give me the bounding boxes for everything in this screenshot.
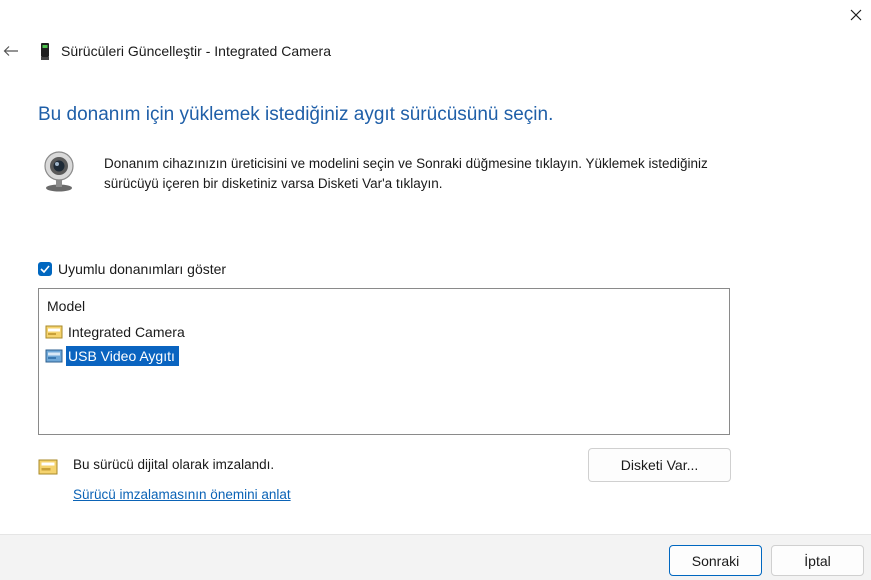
next-button[interactable]: Sonraki bbox=[669, 545, 762, 576]
show-compatible-label[interactable]: Uyumlu donanımları göster bbox=[58, 261, 226, 277]
close-button[interactable] bbox=[842, 2, 870, 28]
signature-info-link[interactable]: Sürücü imzalamasının önemini anlat bbox=[73, 487, 291, 502]
signature-status-text: Bu sürücü dijital olarak imzalandı. bbox=[73, 457, 275, 472]
have-disk-button[interactable]: Disketi Var... bbox=[588, 448, 731, 482]
list-header-model: Model bbox=[47, 298, 86, 314]
back-arrow-icon bbox=[3, 46, 18, 56]
window-title: Sürücüleri Güncelleştir - Integrated Cam… bbox=[61, 43, 332, 59]
device-icon bbox=[41, 43, 49, 60]
model-listbox[interactable]: Model Integrated Camera USB Video Aygıtı bbox=[38, 288, 730, 435]
list-item-integrated-camera[interactable]: Integrated Camera bbox=[45, 322, 187, 342]
page-heading: Bu donanım için yüklemek istediğiniz ayg… bbox=[38, 104, 554, 125]
webcam-icon bbox=[44, 151, 74, 192]
driver-icon bbox=[45, 349, 63, 363]
driver-icon bbox=[45, 325, 63, 339]
show-compatible-checkbox[interactable] bbox=[38, 262, 52, 276]
cancel-button[interactable]: İptal bbox=[771, 545, 864, 576]
list-item-usb-video[interactable]: USB Video Aygıtı bbox=[45, 346, 179, 366]
instruction-text: Donanım cihazınızın üreticisini ve model… bbox=[104, 156, 708, 191]
list-item-label: USB Video Aygıtı bbox=[66, 346, 179, 366]
close-icon bbox=[850, 9, 862, 21]
back-button[interactable] bbox=[0, 38, 22, 64]
checkmark-icon bbox=[40, 265, 50, 273]
list-item-label: Integrated Camera bbox=[68, 324, 185, 340]
signed-driver-icon bbox=[38, 459, 58, 475]
